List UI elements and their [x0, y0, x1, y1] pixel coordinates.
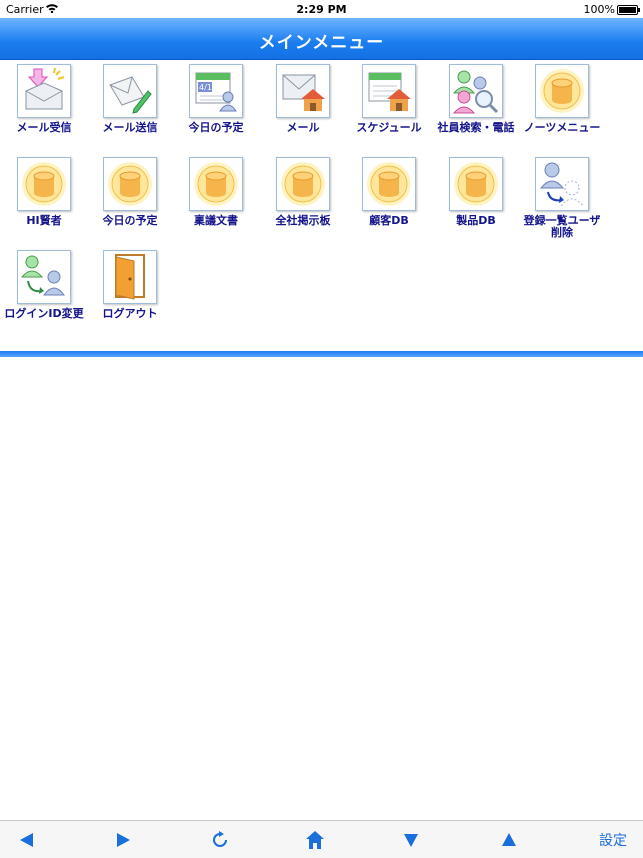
status-time: 2:29 PM — [296, 3, 347, 16]
calendar-user-icon: 4/1 — [189, 64, 243, 118]
door-exit-icon — [103, 250, 157, 304]
title-bar: メインメニュー — [0, 18, 643, 60]
back-button[interactable] — [12, 821, 42, 858]
menu-item-label: 今日の予定 — [188, 121, 244, 134]
menu-item-label: ノーツメニュー — [523, 121, 601, 134]
menu-item-people-search[interactable]: 社員検索・電話 — [432, 60, 520, 134]
menu-item-today-db[interactable]: 今日の予定 — [86, 153, 174, 227]
menu-item-label: 稟議文書 — [194, 214, 238, 227]
menu-item-notes-menu[interactable]: ノーツメニュー — [518, 60, 606, 134]
menu-item-label: 製品DB — [456, 214, 496, 227]
schedule-home-icon — [362, 64, 416, 118]
menu-item-ringi[interactable]: 稟議文書 — [172, 153, 260, 227]
database-icon — [535, 64, 589, 118]
menu-item-schedule[interactable]: スケジュール — [345, 60, 433, 134]
bottom-toolbar: 設定 — [0, 820, 643, 858]
menu-item-mail-send[interactable]: メール送信 — [86, 60, 174, 134]
mail-home-icon — [276, 64, 330, 118]
mail-send-icon — [103, 64, 157, 118]
menu-item-login-id-change[interactable]: ログインID変更 — [0, 246, 88, 320]
database-icon — [276, 157, 330, 211]
reload-icon — [213, 830, 227, 847]
menu-item-bulletin[interactable]: 全社掲示板 — [259, 153, 347, 227]
arrow-left-icon — [20, 832, 33, 847]
battery-icon — [617, 5, 640, 15]
menu-item-product-db[interactable]: 製品DB — [432, 153, 520, 227]
arrow-down-icon — [404, 833, 418, 847]
database-icon — [449, 157, 503, 211]
home-button[interactable] — [300, 821, 330, 858]
menu-item-label: 社員検索・電話 — [437, 121, 515, 134]
menu-item-label: 今日の予定 — [102, 214, 158, 227]
database-icon — [103, 157, 157, 211]
menu-item-logout[interactable]: ログアウト — [86, 246, 174, 320]
people-search-icon — [449, 64, 503, 118]
menu-item-label: メール送信 — [102, 121, 158, 134]
user-delete-icon — [535, 157, 589, 211]
status-bar: Carrier 2:29 PM 100% — [0, 0, 643, 18]
menu-item-user-delete[interactable]: 登録一覧ユーザ削除 — [518, 153, 606, 239]
menu-item-label: 登録一覧ユーザ削除 — [523, 214, 601, 239]
menu-item-customer-db[interactable]: 顧客DB — [345, 153, 433, 227]
page-title: メインメニュー — [258, 33, 385, 53]
menu-item-label: スケジュール — [356, 121, 422, 134]
menu-item-label: ログインID変更 — [4, 307, 84, 320]
forward-button[interactable] — [108, 821, 138, 858]
menu-item-today-schedule[interactable]: 4/1 今日の予定 — [172, 60, 260, 134]
database-icon — [17, 157, 71, 211]
menu-item-mail[interactable]: メール — [259, 60, 347, 134]
scroll-up-button[interactable] — [494, 821, 524, 858]
user-change-icon — [17, 250, 71, 304]
menu-item-hi-kenja[interactable]: HI賢者 — [0, 153, 88, 227]
svg-text:4/1: 4/1 — [199, 83, 212, 92]
menu-item-label: ログアウト — [102, 307, 158, 320]
settings-button[interactable]: 設定 — [590, 821, 636, 858]
mail-receive-icon — [17, 64, 71, 118]
menu-item-label: 顧客DB — [369, 214, 409, 227]
database-icon — [362, 157, 416, 211]
reload-button[interactable] — [205, 821, 235, 858]
home-icon — [306, 830, 324, 849]
section-divider — [0, 351, 643, 357]
menu-item-label: メール — [286, 121, 320, 134]
menu-item-label: HI賢者 — [26, 214, 62, 227]
menu-item-label: メール受信 — [16, 121, 72, 134]
battery-percent: 100% — [583, 3, 615, 16]
arrow-right-icon — [117, 832, 130, 847]
scroll-down-button[interactable] — [396, 821, 426, 858]
menu-item-label: 全社掲示板 — [275, 214, 331, 227]
menu-item-mail-receive[interactable]: メール受信 — [0, 60, 88, 134]
arrow-up-icon — [502, 832, 516, 846]
database-icon — [189, 157, 243, 211]
